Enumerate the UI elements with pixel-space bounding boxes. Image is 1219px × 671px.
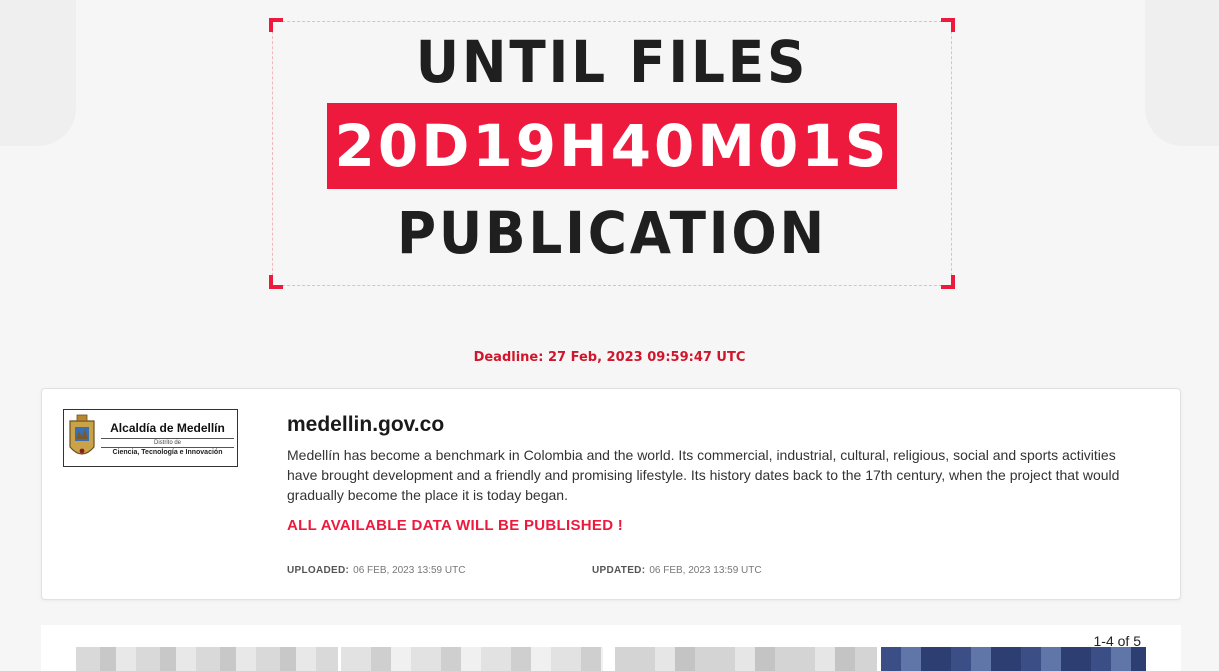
logo-name: Alcaldía de Medellín — [110, 420, 225, 435]
background-panel-right — [1145, 0, 1219, 146]
logo-tagline: Ciencia, Tecnología e Innovación — [101, 446, 234, 456]
gallery-thumbnail[interactable] — [615, 647, 877, 671]
deadline-text: Deadline: 27 Feb, 2023 09:59:47 UTC — [473, 350, 746, 365]
countdown-heading: UNTIL FILES — [415, 28, 809, 96]
countdown-frame: UNTIL FILES 20D19H40M01S PUBLICATION — [269, 18, 955, 289]
organization-logo: Alcaldía de Medellín Distrito de Ciencia… — [63, 409, 238, 467]
background-panel-left — [0, 0, 76, 146]
countdown-value: 20D19H40M01S — [327, 103, 897, 189]
gallery-thumbnail[interactable] — [881, 647, 1146, 671]
gallery-thumbnail[interactable] — [76, 647, 338, 671]
site-description: Medellín has become a benchmark in Colom… — [287, 447, 1120, 503]
site-title-link[interactable]: medellin.gov.co — [287, 413, 444, 437]
uploaded-date: UPLOADED: 06 FEB, 2023 13:59 UTC — [287, 565, 465, 576]
file-gallery: 1-4 of 5 — [41, 625, 1181, 671]
uploaded-value: 06 FEB, 2023 13:59 UTC — [353, 565, 466, 576]
frame-corner-bottom-right — [941, 275, 955, 289]
logo-text: Alcaldía de Medellín Distrito de Ciencia… — [101, 421, 234, 456]
updated-label: UPDATED: — [592, 565, 646, 576]
logo-subtitle: Distrito de — [101, 437, 234, 446]
gallery-thumbnail[interactable] — [341, 647, 603, 671]
frame-corner-top-left — [269, 18, 283, 32]
frame-corner-bottom-left — [269, 275, 283, 289]
frame-corner-top-right — [941, 18, 955, 32]
coat-of-arms-icon — [69, 414, 95, 455]
uploaded-label: UPLOADED: — [287, 565, 350, 576]
updated-value: 06 FEB, 2023 13:59 UTC — [649, 565, 762, 576]
countdown-subheading: PUBLICATION — [397, 199, 827, 267]
updated-date: UPDATED: 06 FEB, 2023 13:59 UTC — [592, 565, 762, 576]
victim-card: Alcaldía de Medellín Distrito de Ciencia… — [41, 388, 1181, 600]
publish-warning: ALL AVAILABLE DATA WILL BE PUBLISHED ! — [287, 517, 624, 534]
